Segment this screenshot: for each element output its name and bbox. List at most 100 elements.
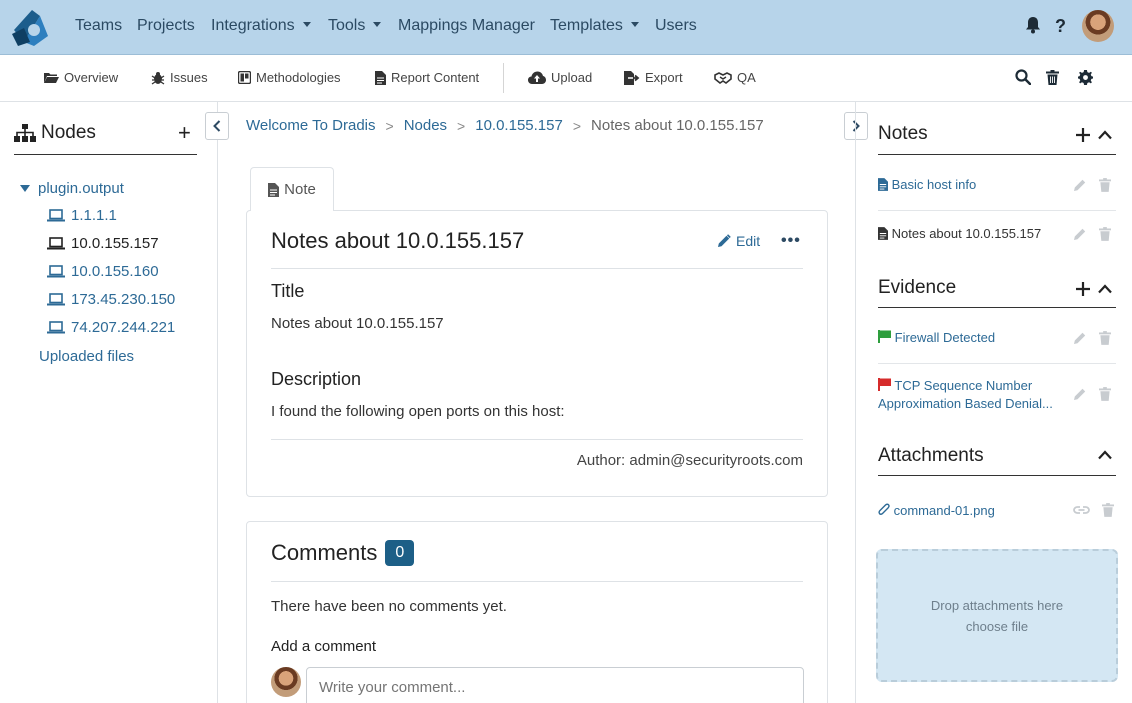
- description-field-label: Description: [271, 369, 362, 389]
- collapse-left-sidebar-button[interactable]: [205, 112, 229, 140]
- breadcrumb-node[interactable]: 10.0.155.157: [475, 117, 563, 134]
- nav-mappings-manager[interactable]: Mappings Manager: [398, 17, 535, 35]
- bug-icon: [151, 71, 165, 85]
- subnav-overview[interactable]: Overview: [43, 70, 118, 85]
- flag-icon: [878, 330, 891, 343]
- pencil-icon[interactable]: [1073, 331, 1087, 345]
- edit-note-button[interactable]: Edit: [717, 233, 760, 249]
- uploaded-files-link[interactable]: Uploaded files: [39, 348, 134, 365]
- right-sidebar: Notes Basic host info Notes about 10.0.1…: [855, 102, 1132, 703]
- comment-input[interactable]: [306, 667, 804, 703]
- laptop-icon: [47, 293, 65, 306]
- attachments-section-controls: [1098, 450, 1112, 460]
- tree-node-1-1-1-1[interactable]: 1.1.1.1: [47, 207, 117, 224]
- link-icon[interactable]: [1073, 504, 1090, 516]
- evidence-item-actions: [1073, 331, 1111, 345]
- plus-icon[interactable]: [1076, 282, 1090, 296]
- tree-root-node[interactable]: plugin.output: [20, 180, 124, 197]
- nodes-sidebar: Nodes + plugin.output 1.1.1.1 10.0.155.1…: [0, 102, 218, 703]
- evidence-item[interactable]: Firewall Detected: [878, 329, 1066, 347]
- paperclip-icon: [878, 503, 890, 515]
- nav-teams[interactable]: Teams: [75, 17, 122, 35]
- attachment-drop-zone[interactable]: Drop attachments here choose file: [876, 549, 1118, 682]
- subnav-methodologies-label: Methodologies: [256, 70, 341, 85]
- subnav-upload[interactable]: Upload: [528, 70, 592, 85]
- bell-icon[interactable]: [1025, 16, 1041, 34]
- plus-icon[interactable]: [1076, 128, 1090, 142]
- tree-node-10-0-155-157[interactable]: 10.0.155.157: [47, 235, 159, 252]
- document-icon: [268, 182, 280, 197]
- right-note-label: Notes about 10.0.155.157: [891, 226, 1042, 241]
- more-options-button[interactable]: •••: [781, 232, 801, 250]
- evidence-item[interactable]: TCP Sequence Number Approximation Based …: [878, 377, 1066, 413]
- top-navbar: Teams Projects Integrations Tools Mappin…: [0, 0, 1132, 55]
- trash-icon[interactable]: [1102, 503, 1114, 517]
- laptop-icon: [47, 209, 65, 222]
- folder-open-icon: [44, 73, 59, 83]
- nav-templates[interactable]: Templates: [550, 17, 639, 35]
- description-field-value: I found the following open ports on this…: [271, 403, 565, 420]
- chevron-up-icon[interactable]: [1098, 284, 1112, 294]
- pencil-icon[interactable]: [1073, 387, 1087, 401]
- nav-integrations[interactable]: Integrations: [211, 17, 311, 35]
- tree-node-10-0-155-160[interactable]: 10.0.155.160: [47, 263, 159, 280]
- trash-icon[interactable]: [1046, 70, 1059, 85]
- attachment-item[interactable]: command-01.png: [878, 502, 1066, 520]
- add-node-button[interactable]: +: [178, 120, 191, 146]
- gear-icon[interactable]: [1078, 70, 1093, 85]
- right-note-item-active[interactable]: Notes about 10.0.155.157: [878, 225, 1066, 243]
- trash-icon[interactable]: [1099, 387, 1111, 401]
- nav-tools[interactable]: Tools: [328, 17, 382, 35]
- pencil-icon[interactable]: [1073, 178, 1087, 192]
- caret-down-icon[interactable]: [20, 185, 30, 192]
- note-heading: Notes about 10.0.155.157: [271, 228, 525, 253]
- export-icon: [624, 70, 640, 85]
- user-avatar[interactable]: [1082, 10, 1114, 42]
- trash-icon[interactable]: [1099, 178, 1111, 192]
- breadcrumb-separator: >: [572, 117, 582, 134]
- dradis-logo[interactable]: [10, 6, 52, 50]
- attachment-label: command-01.png: [893, 503, 995, 518]
- breadcrumb-project[interactable]: Welcome To Dradis: [246, 117, 376, 134]
- subnav-methodologies[interactable]: Methodologies: [238, 70, 341, 85]
- tree-node-label: 10.0.155.157: [71, 235, 159, 252]
- comments-count-badge: 0: [385, 540, 415, 566]
- subnav-report-content-label: Report Content: [391, 70, 480, 85]
- help-icon[interactable]: ?: [1055, 16, 1066, 37]
- subnav-report-content[interactable]: Report Content: [375, 70, 479, 85]
- tree-root-label: plugin.output: [38, 180, 124, 197]
- right-note-item[interactable]: Basic host info: [878, 176, 1066, 194]
- breadcrumb-separator: >: [385, 117, 394, 134]
- search-icon[interactable]: [1015, 69, 1031, 85]
- tab-note[interactable]: Note: [250, 167, 334, 211]
- chevron-up-icon[interactable]: [1098, 130, 1112, 140]
- trash-icon[interactable]: [1099, 227, 1111, 241]
- laptop-icon: [47, 237, 65, 250]
- nav-users[interactable]: Users: [655, 17, 697, 35]
- cloud-upload-icon: [528, 71, 546, 84]
- chevron-up-icon[interactable]: [1098, 450, 1112, 460]
- subnav-issues[interactable]: Issues: [151, 70, 208, 85]
- subnav-qa[interactable]: QA: [714, 70, 756, 85]
- project-toolbar: Overview Issues Methodologies Report Con…: [0, 55, 1132, 102]
- laptop-icon: [47, 321, 65, 334]
- subnav-overview-label: Overview: [64, 70, 119, 85]
- no-comments-text: There have been no comments yet.: [271, 598, 507, 615]
- nav-projects[interactable]: Projects: [137, 17, 195, 35]
- breadcrumb-nodes[interactable]: Nodes: [404, 117, 447, 134]
- document-icon: [878, 227, 888, 240]
- nav-tools-label: Tools: [328, 17, 366, 34]
- subnav-export[interactable]: Export: [624, 70, 683, 85]
- choose-file-link[interactable]: choose file: [878, 616, 1116, 637]
- nav-templates-label: Templates: [550, 17, 623, 34]
- trash-icon[interactable]: [1099, 331, 1111, 345]
- notes-section-divider: [878, 154, 1116, 155]
- notes-section-controls: [1076, 128, 1112, 142]
- add-comment-label: Add a comment: [271, 638, 377, 655]
- laptop-icon: [47, 265, 65, 278]
- tree-node-label: 74.207.244.221: [71, 319, 176, 336]
- tree-node-173-45-230-150[interactable]: 173.45.230.150: [47, 291, 175, 308]
- pencil-icon[interactable]: [1073, 227, 1087, 241]
- tree-node-74-207-244-221[interactable]: 74.207.244.221: [47, 319, 175, 336]
- toolbar-divider: [503, 63, 504, 93]
